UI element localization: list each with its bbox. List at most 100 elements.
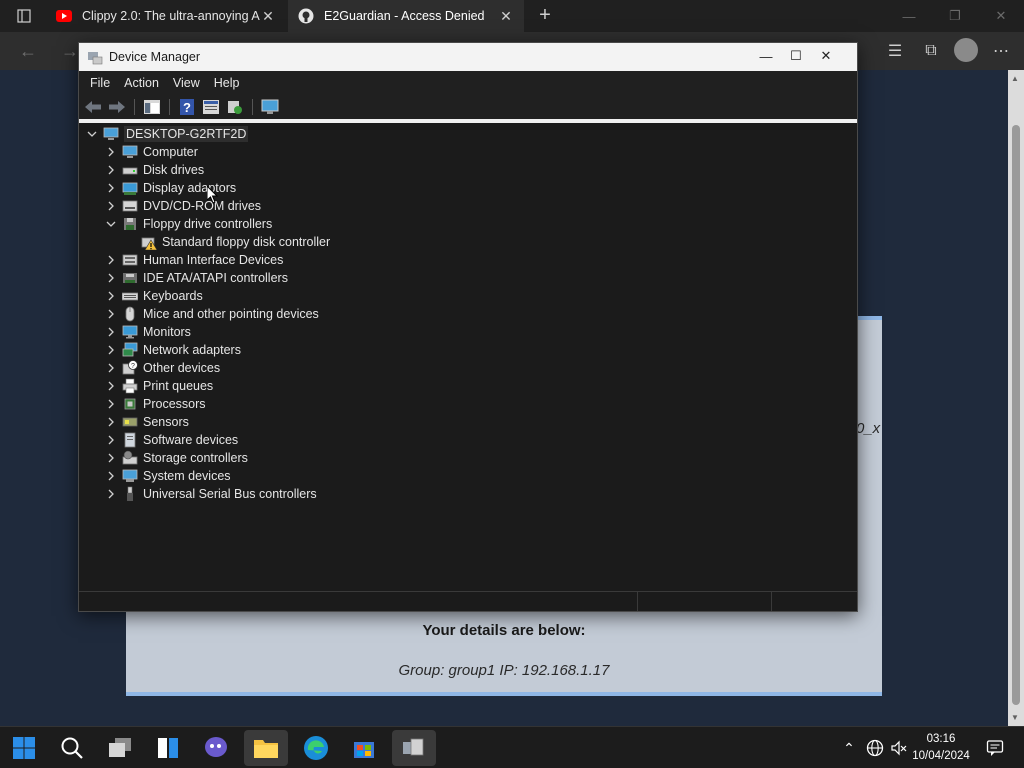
chevron-right-icon[interactable]: [104, 269, 118, 287]
tree-root[interactable]: DESKTOP-G2RTF2D: [85, 125, 249, 143]
properties-icon[interactable]: [201, 97, 221, 117]
collections-icon[interactable]: ⧉: [918, 38, 944, 64]
tree-category[interactable]: Storage controllers: [104, 449, 248, 467]
tab-actions-icon[interactable]: [8, 4, 40, 28]
globe-icon[interactable]: [866, 739, 884, 757]
chevron-right-icon[interactable]: [104, 413, 118, 431]
chevron-right-icon[interactable]: [104, 305, 118, 323]
chevron-right-icon[interactable]: [104, 161, 118, 179]
tab-clippy[interactable]: Clippy 2.0: The ultra-annoying AI ✕: [46, 0, 286, 32]
clock-time: 03:16: [926, 733, 956, 745]
tree-category[interactable]: DVD/CD-ROM drives: [104, 197, 261, 215]
floppy-controller-icon: [124, 218, 136, 230]
dm-close-icon[interactable]: ✕: [811, 43, 841, 69]
tree-item-label: Storage controllers: [143, 451, 248, 465]
tree-category[interactable]: IDE ATA/ATAPI controllers: [104, 269, 288, 287]
tab-e2guardian[interactable]: E2Guardian - Access Denied ✕: [288, 0, 524, 32]
processor-icon: [124, 398, 136, 410]
restore-icon[interactable]: ❐: [932, 0, 978, 32]
chevron-right-icon[interactable]: [104, 467, 118, 485]
edge-icon[interactable]: [294, 730, 338, 766]
device-manager-window: Device Manager — ☐ ✕ File Action View He…: [78, 42, 858, 612]
file-explorer-icon[interactable]: [244, 730, 288, 766]
tree-category[interactable]: ? Other devices: [104, 359, 220, 377]
search-icon[interactable]: [50, 730, 94, 766]
usb-icon: [127, 486, 133, 501]
toolbar-right-actions: ☰ ⧉ ⋯: [882, 38, 1014, 64]
tree-category[interactable]: Keyboards: [104, 287, 203, 305]
chevron-right-icon[interactable]: [104, 251, 118, 269]
tab-title: E2Guardian - Access Denied: [324, 9, 485, 23]
update-driver-icon[interactable]: [225, 97, 245, 117]
chevron-right-icon[interactable]: [104, 449, 118, 467]
scroll-up-icon[interactable]: ▲: [1011, 74, 1019, 83]
chevron-right-icon[interactable]: [104, 143, 118, 161]
tree-category[interactable]: Software devices: [104, 431, 238, 449]
chevron-right-icon[interactable]: [104, 395, 118, 413]
more-menu-icon[interactable]: ⋯: [988, 38, 1014, 64]
tree-category[interactable]: Disk drives: [104, 161, 204, 179]
back-icon[interactable]: ←: [16, 39, 40, 63]
dm-menubar: File Action View Help: [79, 71, 857, 95]
menu-view[interactable]: View: [166, 76, 207, 90]
tree-category[interactable]: Print queues: [104, 377, 213, 395]
menu-file[interactable]: File: [83, 76, 117, 90]
tree-item-label: Floppy drive controllers: [143, 217, 273, 231]
tree-category[interactable]: Monitors: [104, 323, 191, 341]
tree-category[interactable]: Human Interface Devices: [104, 251, 283, 269]
close-tab-icon[interactable]: ✕: [260, 8, 276, 25]
scroll-down-icon[interactable]: ▼: [1011, 713, 1019, 722]
tree-category[interactable]: System devices: [104, 467, 231, 485]
new-tab-button[interactable]: +: [534, 4, 556, 27]
page-scrollbar[interactable]: ▲ ▼: [1008, 70, 1024, 726]
scrollbar-thumb[interactable]: [1012, 125, 1020, 705]
help-icon[interactable]: ?: [177, 97, 197, 117]
scan-hardware-icon[interactable]: [260, 97, 280, 117]
tree-category[interactable]: Network adapters: [104, 341, 241, 359]
chevron-right-icon[interactable]: [104, 287, 118, 305]
chevron-right-icon[interactable]: [104, 359, 118, 377]
tree-category[interactable]: Universal Serial Bus controllers: [104, 485, 317, 503]
tree-category[interactable]: Floppy drive controllers: [104, 215, 272, 233]
close-tab-icon[interactable]: ✕: [498, 8, 514, 25]
tree-category[interactable]: Mice and other pointing devices: [104, 305, 319, 323]
chevron-right-icon[interactable]: [104, 485, 118, 503]
tree-item-label: Mice and other pointing devices: [143, 307, 319, 321]
widgets-icon[interactable]: [146, 730, 190, 766]
store-icon[interactable]: [342, 730, 386, 766]
dm-maximize-icon[interactable]: ☐: [781, 43, 811, 69]
chevron-right-icon[interactable]: [104, 341, 118, 359]
chevron-down-icon[interactable]: [104, 215, 118, 233]
keyboard-icon: [122, 292, 138, 301]
tree-device[interactable]: Standard floppy disk controller: [141, 233, 330, 251]
system-tray: ⌃: [838, 727, 908, 768]
device-manager-icon[interactable]: [392, 730, 436, 766]
chat-icon[interactable]: [194, 730, 238, 766]
close-icon[interactable]: ✕: [978, 0, 1024, 32]
chevron-right-icon[interactable]: [104, 323, 118, 341]
chevron-right-icon[interactable]: [104, 197, 118, 215]
chevron-up-icon[interactable]: ⌃: [838, 740, 860, 757]
dm-minimize-icon[interactable]: —: [751, 43, 781, 69]
menu-help[interactable]: Help: [207, 76, 247, 90]
menu-action[interactable]: Action: [117, 76, 166, 90]
profile-avatar[interactable]: [954, 38, 978, 62]
back-arrow-icon[interactable]: [83, 97, 103, 117]
chevron-right-icon[interactable]: [104, 377, 118, 395]
notifications-icon[interactable]: [986, 739, 1004, 757]
show-hide-tree-icon[interactable]: [142, 97, 162, 117]
chevron-down-icon[interactable]: [85, 125, 99, 143]
tree-category[interactable]: Sensors: [104, 413, 189, 431]
taskbar: ⌃ 03:16 10/04/2024: [0, 726, 1024, 768]
task-view-icon[interactable]: [98, 730, 142, 766]
chevron-right-icon[interactable]: [104, 431, 118, 449]
chevron-right-icon[interactable]: [104, 179, 118, 197]
tree-category[interactable]: Processors: [104, 395, 206, 413]
minimize-icon[interactable]: —: [886, 0, 932, 32]
favorites-icon[interactable]: ☰: [882, 38, 908, 64]
start-icon[interactable]: [2, 730, 46, 766]
forward-arrow-icon[interactable]: [107, 97, 127, 117]
clock[interactable]: 03:16 10/04/2024: [906, 731, 976, 765]
tree-item-label: DVD/CD-ROM drives: [143, 199, 262, 213]
tree-category[interactable]: Computer: [104, 143, 198, 161]
